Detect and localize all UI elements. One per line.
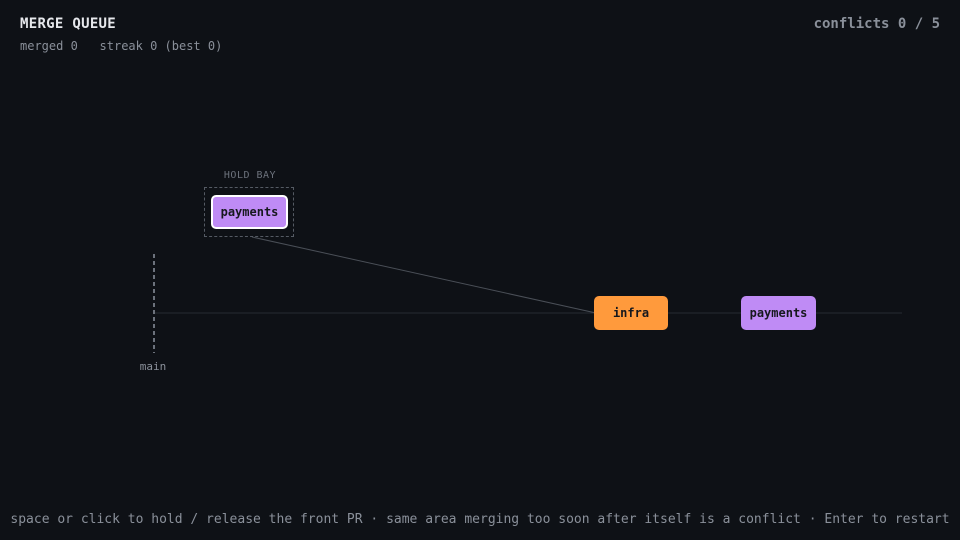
score-stats: merged 0 streak 0 (best 0) xyxy=(20,39,222,53)
conflicts-counter: conflicts 0 / 5 xyxy=(813,16,940,32)
merged-count: 0 xyxy=(70,39,78,53)
game-canvas[interactable]: MERGE QUEUE merged 0 streak 0 (best 0) c… xyxy=(0,0,960,540)
game-title: MERGE QUEUE xyxy=(20,16,117,32)
controls-hint: space or click to hold / release the fro… xyxy=(10,512,950,527)
held-pr-card[interactable]: payments xyxy=(211,195,288,229)
hold-link-line xyxy=(251,236,597,314)
merged-label: merged xyxy=(20,39,64,53)
track-lines xyxy=(153,236,902,353)
main-branch-label: main xyxy=(139,360,167,373)
queue-pr-card: payments xyxy=(741,296,816,330)
streak-text: streak 0 (best 0) xyxy=(99,39,223,53)
hold-bay-label: HOLD BAY xyxy=(223,170,277,181)
queue-pr-card-front[interactable]: infra xyxy=(594,296,668,330)
